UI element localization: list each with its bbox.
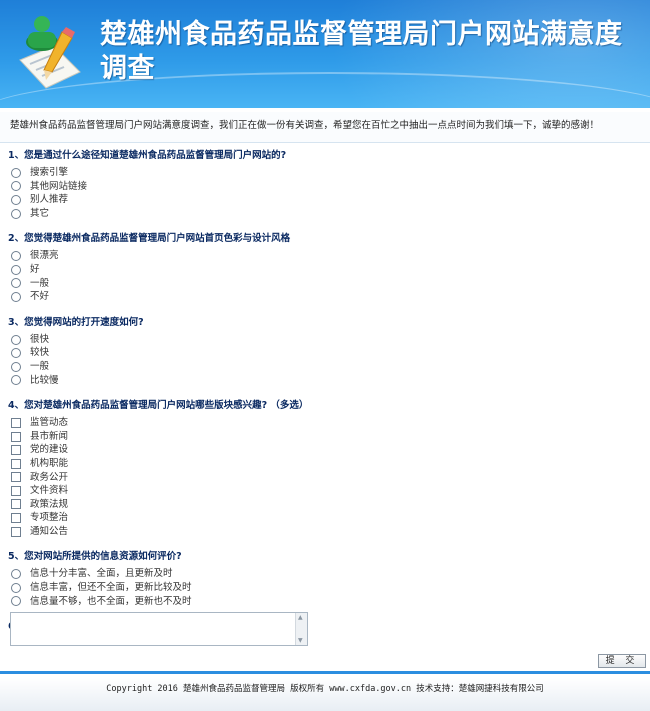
question-5-option[interactable]: 信息量不够，也不全面，更新也不及时	[8, 595, 642, 609]
question-title: 2、您觉得楚雄州食品药品监督管理局门户网站首页色彩与设计风格	[8, 233, 291, 245]
question-4-option[interactable]: 政务公开	[8, 471, 642, 485]
option-label: 搜索引擎	[30, 167, 69, 178]
radio-button[interactable]	[11, 167, 21, 178]
option-label: 县市新闻	[30, 430, 69, 442]
option-label: 很漂亮	[30, 250, 59, 262]
survey-clipboard-pencil-icon	[19, 16, 81, 89]
survey-page: 楚雄州食品药品监督管理局门户网站满意度调查 楚雄州食品药品监督管理局门户网站满意…	[0, 0, 650, 711]
question-3-option[interactable]: 比较慢	[8, 374, 642, 388]
radio-button[interactable]	[11, 582, 21, 593]
radio-button[interactable]	[11, 278, 21, 289]
question-4-option[interactable]: 机构职能	[8, 457, 642, 471]
question-2-option[interactable]: 好	[8, 263, 642, 277]
question-4: 4、您对楚雄州食品药品监督管理局门户网站哪些版块感兴趣? （多选） 监管动态 县市新…	[8, 398, 642, 538]
question-2-option[interactable]: 不好	[8, 290, 642, 304]
option-label: 信息量不够，也不全面，更新也不及时	[30, 595, 192, 607]
radio-button[interactable]	[11, 194, 21, 205]
option-label: 文件资料	[30, 485, 69, 497]
footer-divider	[0, 671, 650, 674]
radio-button[interactable]	[11, 348, 21, 359]
question-4-option[interactable]: 通知公告	[8, 525, 642, 539]
option-label: 机构职能	[30, 457, 69, 469]
radio-button[interactable]	[11, 251, 21, 262]
radio-button[interactable]	[11, 181, 21, 192]
option-label: 专项整治	[30, 512, 69, 524]
question-title: 5、您对网站所提供的信息资源如何评价?	[8, 551, 182, 563]
checkbox[interactable]	[11, 526, 21, 537]
option-label: 不好	[30, 291, 50, 303]
question-4-option[interactable]: 监管动态	[8, 416, 642, 430]
footer-copyright: Copyright 2016 楚雄州食品药品监督管理局 版权所有 www.cxf…	[0, 678, 650, 711]
survey-form: 1、您是通过什么途径知道楚雄州食品药品监督管理局门户网站的? 搜索引擎其他网站链接…	[8, 148, 642, 637]
radio-button[interactable]	[11, 569, 21, 580]
option-label: 政务公开	[30, 471, 69, 483]
question-2-option[interactable]: 很漂亮	[8, 249, 642, 263]
question-title: 4、您对楚雄州食品药品监督管理局门户网站哪些版块感兴趣? （多选）	[8, 400, 309, 412]
checkbox[interactable]	[11, 445, 21, 456]
question-3-option[interactable]: 较快	[8, 346, 642, 360]
intro-text: 楚雄州食品药品监督管理局门户网站满意度调查，我们正在做一份有关调查，希望您在百忙…	[0, 112, 650, 143]
radio-button[interactable]	[11, 596, 21, 607]
option-label: 其他网站链接	[30, 180, 88, 192]
radio-button[interactable]	[11, 334, 21, 345]
radio-button[interactable]	[11, 291, 21, 302]
option-label: 信息丰富，但还不全面，更新比较及时	[30, 582, 192, 594]
question-1-option[interactable]: 搜索引擎	[8, 166, 642, 180]
option-label: 别人推荐	[30, 194, 69, 206]
question-3-option[interactable]: 一般	[8, 360, 642, 374]
question-title: 3、您觉得网站的打开速度如何?	[8, 316, 144, 328]
question-5: 5、您对网站所提供的信息资源如何评价? 信息十分丰富、全面，且更新及时信息丰富，但…	[8, 549, 642, 608]
checkbox[interactable]	[11, 417, 21, 428]
question-1-option[interactable]: 别人推荐	[8, 193, 642, 207]
option-label: 其它	[30, 207, 50, 219]
submit-button[interactable]: 提 交	[598, 654, 646, 668]
option-label: 信息十分丰富、全面，且更新及时	[30, 568, 173, 580]
question-4-option[interactable]: 文件资料	[8, 484, 642, 498]
suggestion-textarea[interactable]	[10, 612, 308, 646]
question-4-option[interactable]: 政策法规	[8, 498, 642, 512]
option-label: 比较慢	[30, 374, 59, 386]
option-label: 很快	[30, 333, 50, 345]
question-2-option[interactable]: 一般	[8, 277, 642, 291]
radio-button[interactable]	[11, 208, 21, 219]
question-3: 3、您觉得网站的打开速度如何? 很快较快 一般比较慢	[8, 315, 642, 387]
question-2: 2、您觉得楚雄州食品药品监督管理局门户网站首页色彩与设计风格很漂亮好一般不好	[8, 231, 642, 303]
question-3-option[interactable]: 很快	[8, 333, 642, 347]
checkbox[interactable]	[11, 513, 21, 524]
option-label: 党的建设	[30, 444, 69, 456]
checkbox[interactable]	[11, 472, 21, 483]
textarea-scrollbar[interactable]	[295, 613, 307, 645]
question-1-option[interactable]: 其它	[8, 207, 642, 221]
question-5-option[interactable]: 信息十分丰富、全面，且更新及时	[8, 567, 642, 581]
option-label: 好	[30, 263, 40, 275]
option-label: 一般	[30, 277, 50, 289]
radio-button[interactable]	[11, 375, 21, 386]
question-1: 1、您是通过什么途径知道楚雄州食品药品监督管理局门户网站的? 搜索引擎其他网站链接…	[8, 148, 642, 220]
site-header: 楚雄州食品药品监督管理局门户网站满意度调查	[0, 0, 650, 108]
option-label: 较快	[30, 347, 50, 359]
question-4-option[interactable]: 专项整治	[8, 511, 642, 525]
question-title: 1、您是通过什么途径知道楚雄州食品药品监督管理局门户网站的?	[8, 150, 287, 161]
page-title: 楚雄州食品药品监督管理局门户网站满意度调查	[100, 19, 623, 84]
checkbox[interactable]	[11, 499, 21, 510]
radio-button[interactable]	[11, 264, 21, 275]
checkbox[interactable]	[11, 485, 21, 496]
checkbox[interactable]	[11, 431, 21, 442]
option-label: 一般	[30, 360, 50, 372]
question-4-option[interactable]: 县市新闻	[8, 430, 642, 444]
option-label: 监管动态	[30, 417, 69, 429]
question-5-option[interactable]: 信息丰富，但还不全面，更新比较及时	[8, 581, 642, 595]
question-1-option[interactable]: 其他网站链接	[8, 180, 642, 194]
option-label: 通知公告	[30, 525, 69, 537]
question-4-option[interactable]: 党的建设	[8, 443, 642, 457]
radio-button[interactable]	[11, 361, 21, 372]
checkbox[interactable]	[11, 458, 21, 469]
option-label: 政策法规	[30, 498, 69, 510]
